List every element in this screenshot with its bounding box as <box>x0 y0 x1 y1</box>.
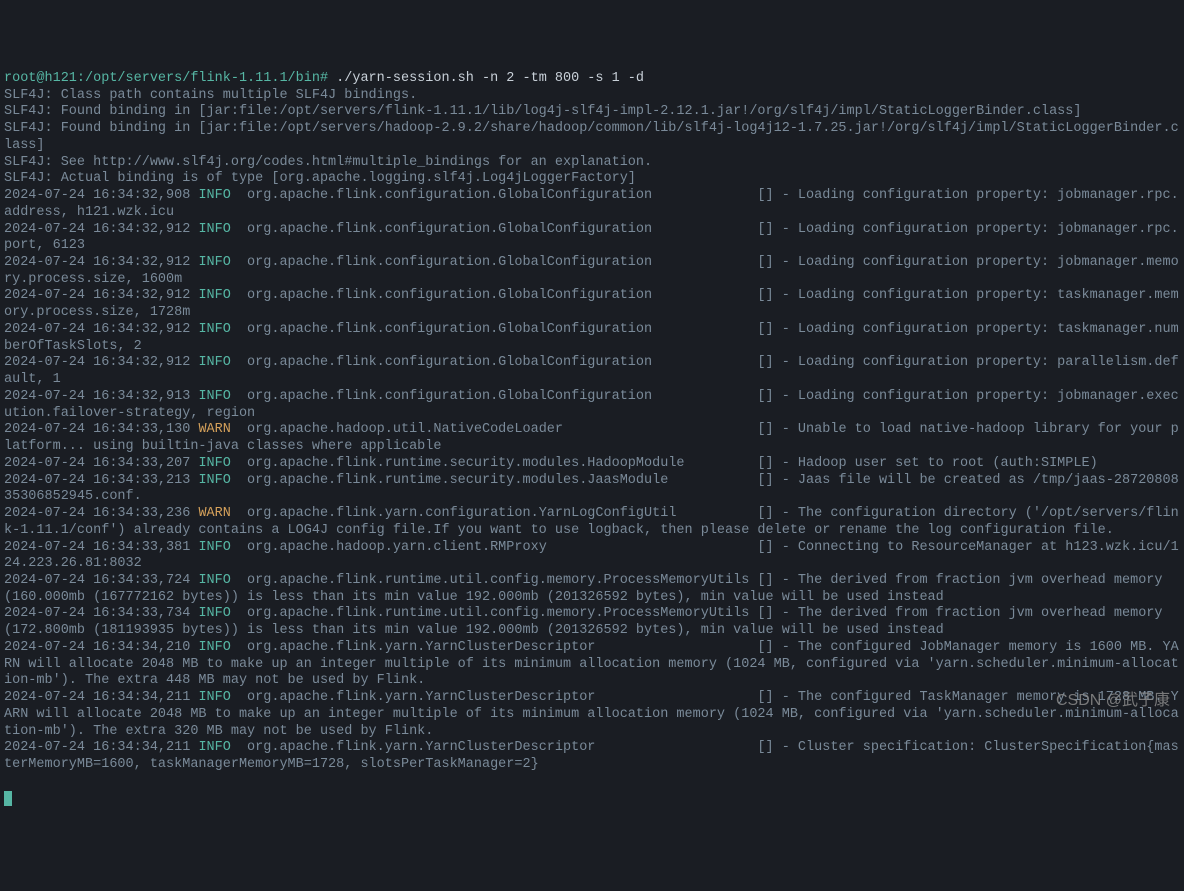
slf4j-line: SLF4J: See http://www.slf4j.org/codes.ht… <box>4 155 1180 172</box>
slf4j-line: SLF4J: Actual binding is of type [org.ap… <box>4 171 1180 188</box>
log-line: 2024-07-24 16:34:34,211 INFO org.apache.… <box>4 740 1180 773</box>
log-line: 2024-07-24 16:34:33,381 INFO org.apache.… <box>4 540 1180 573</box>
terminal-output[interactable]: root@h121:/opt/servers/flink-1.11.1/bin#… <box>4 71 1180 774</box>
slf4j-line: SLF4J: Found binding in [jar:file:/opt/s… <box>4 104 1180 121</box>
cursor <box>4 791 12 806</box>
log-line: 2024-07-24 16:34:33,724 INFO org.apache.… <box>4 573 1180 606</box>
log-line: 2024-07-24 16:34:33,236 WARN org.apache.… <box>4 506 1180 539</box>
log-line: 2024-07-24 16:34:32,912 INFO org.apache.… <box>4 288 1180 321</box>
slf4j-line: SLF4J: Class path contains multiple SLF4… <box>4 88 1180 105</box>
log-line: 2024-07-24 16:34:32,912 INFO org.apache.… <box>4 355 1180 388</box>
log-line: 2024-07-24 16:34:32,912 INFO org.apache.… <box>4 322 1180 355</box>
prompt-line: root@h121:/opt/servers/flink-1.11.1/bin#… <box>4 71 1180 88</box>
log-line: 2024-07-24 16:34:32,912 INFO org.apache.… <box>4 255 1180 288</box>
slf4j-line: SLF4J: Found binding in [jar:file:/opt/s… <box>4 121 1180 154</box>
log-line: 2024-07-24 16:34:33,130 WARN org.apache.… <box>4 422 1180 455</box>
log-line: 2024-07-24 16:34:33,734 INFO org.apache.… <box>4 606 1180 639</box>
log-line: 2024-07-24 16:34:33,213 INFO org.apache.… <box>4 473 1180 506</box>
log-line: 2024-07-24 16:34:33,207 INFO org.apache.… <box>4 456 1180 473</box>
watermark: CSDN @武子康 <box>1056 691 1170 711</box>
log-line: 2024-07-24 16:34:34,210 INFO org.apache.… <box>4 640 1180 690</box>
log-line: 2024-07-24 16:34:32,912 INFO org.apache.… <box>4 222 1180 255</box>
log-line: 2024-07-24 16:34:32,913 INFO org.apache.… <box>4 389 1180 422</box>
log-line: 2024-07-24 16:34:32,908 INFO org.apache.… <box>4 188 1180 221</box>
log-line: 2024-07-24 16:34:34,211 INFO org.apache.… <box>4 690 1180 740</box>
